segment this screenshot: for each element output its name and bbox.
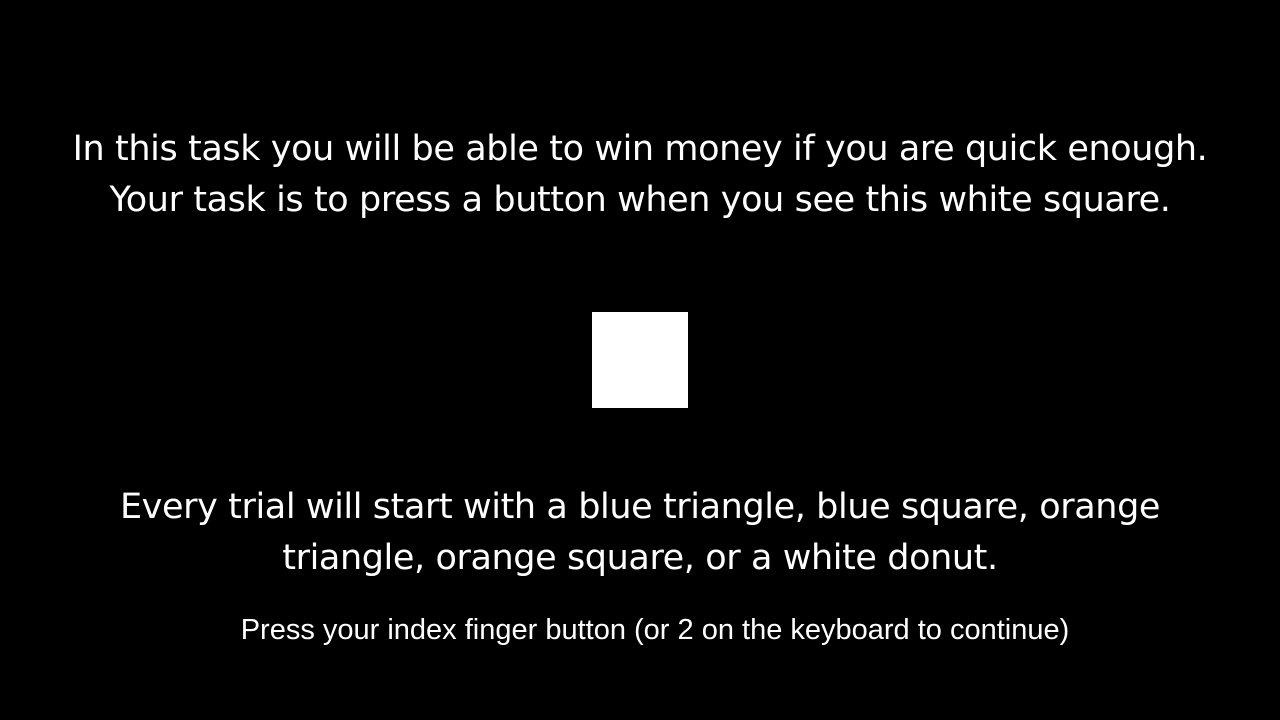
instruction-screen: In this task you will be able to win mon… — [0, 0, 1280, 720]
trial-shapes-text: Every trial will start with a blue trian… — [119, 487, 1161, 578]
white-square-stimulus — [592, 312, 688, 408]
continue-prompt: Press your index finger button (or 2 on … — [240, 614, 1070, 646]
intro-text: In this task you will be able to win mon… — [60, 124, 1220, 226]
task-line: Your task is to press a button when you … — [109, 180, 1171, 220]
win-money-line: In this task you will be able to win mon… — [72, 129, 1208, 169]
